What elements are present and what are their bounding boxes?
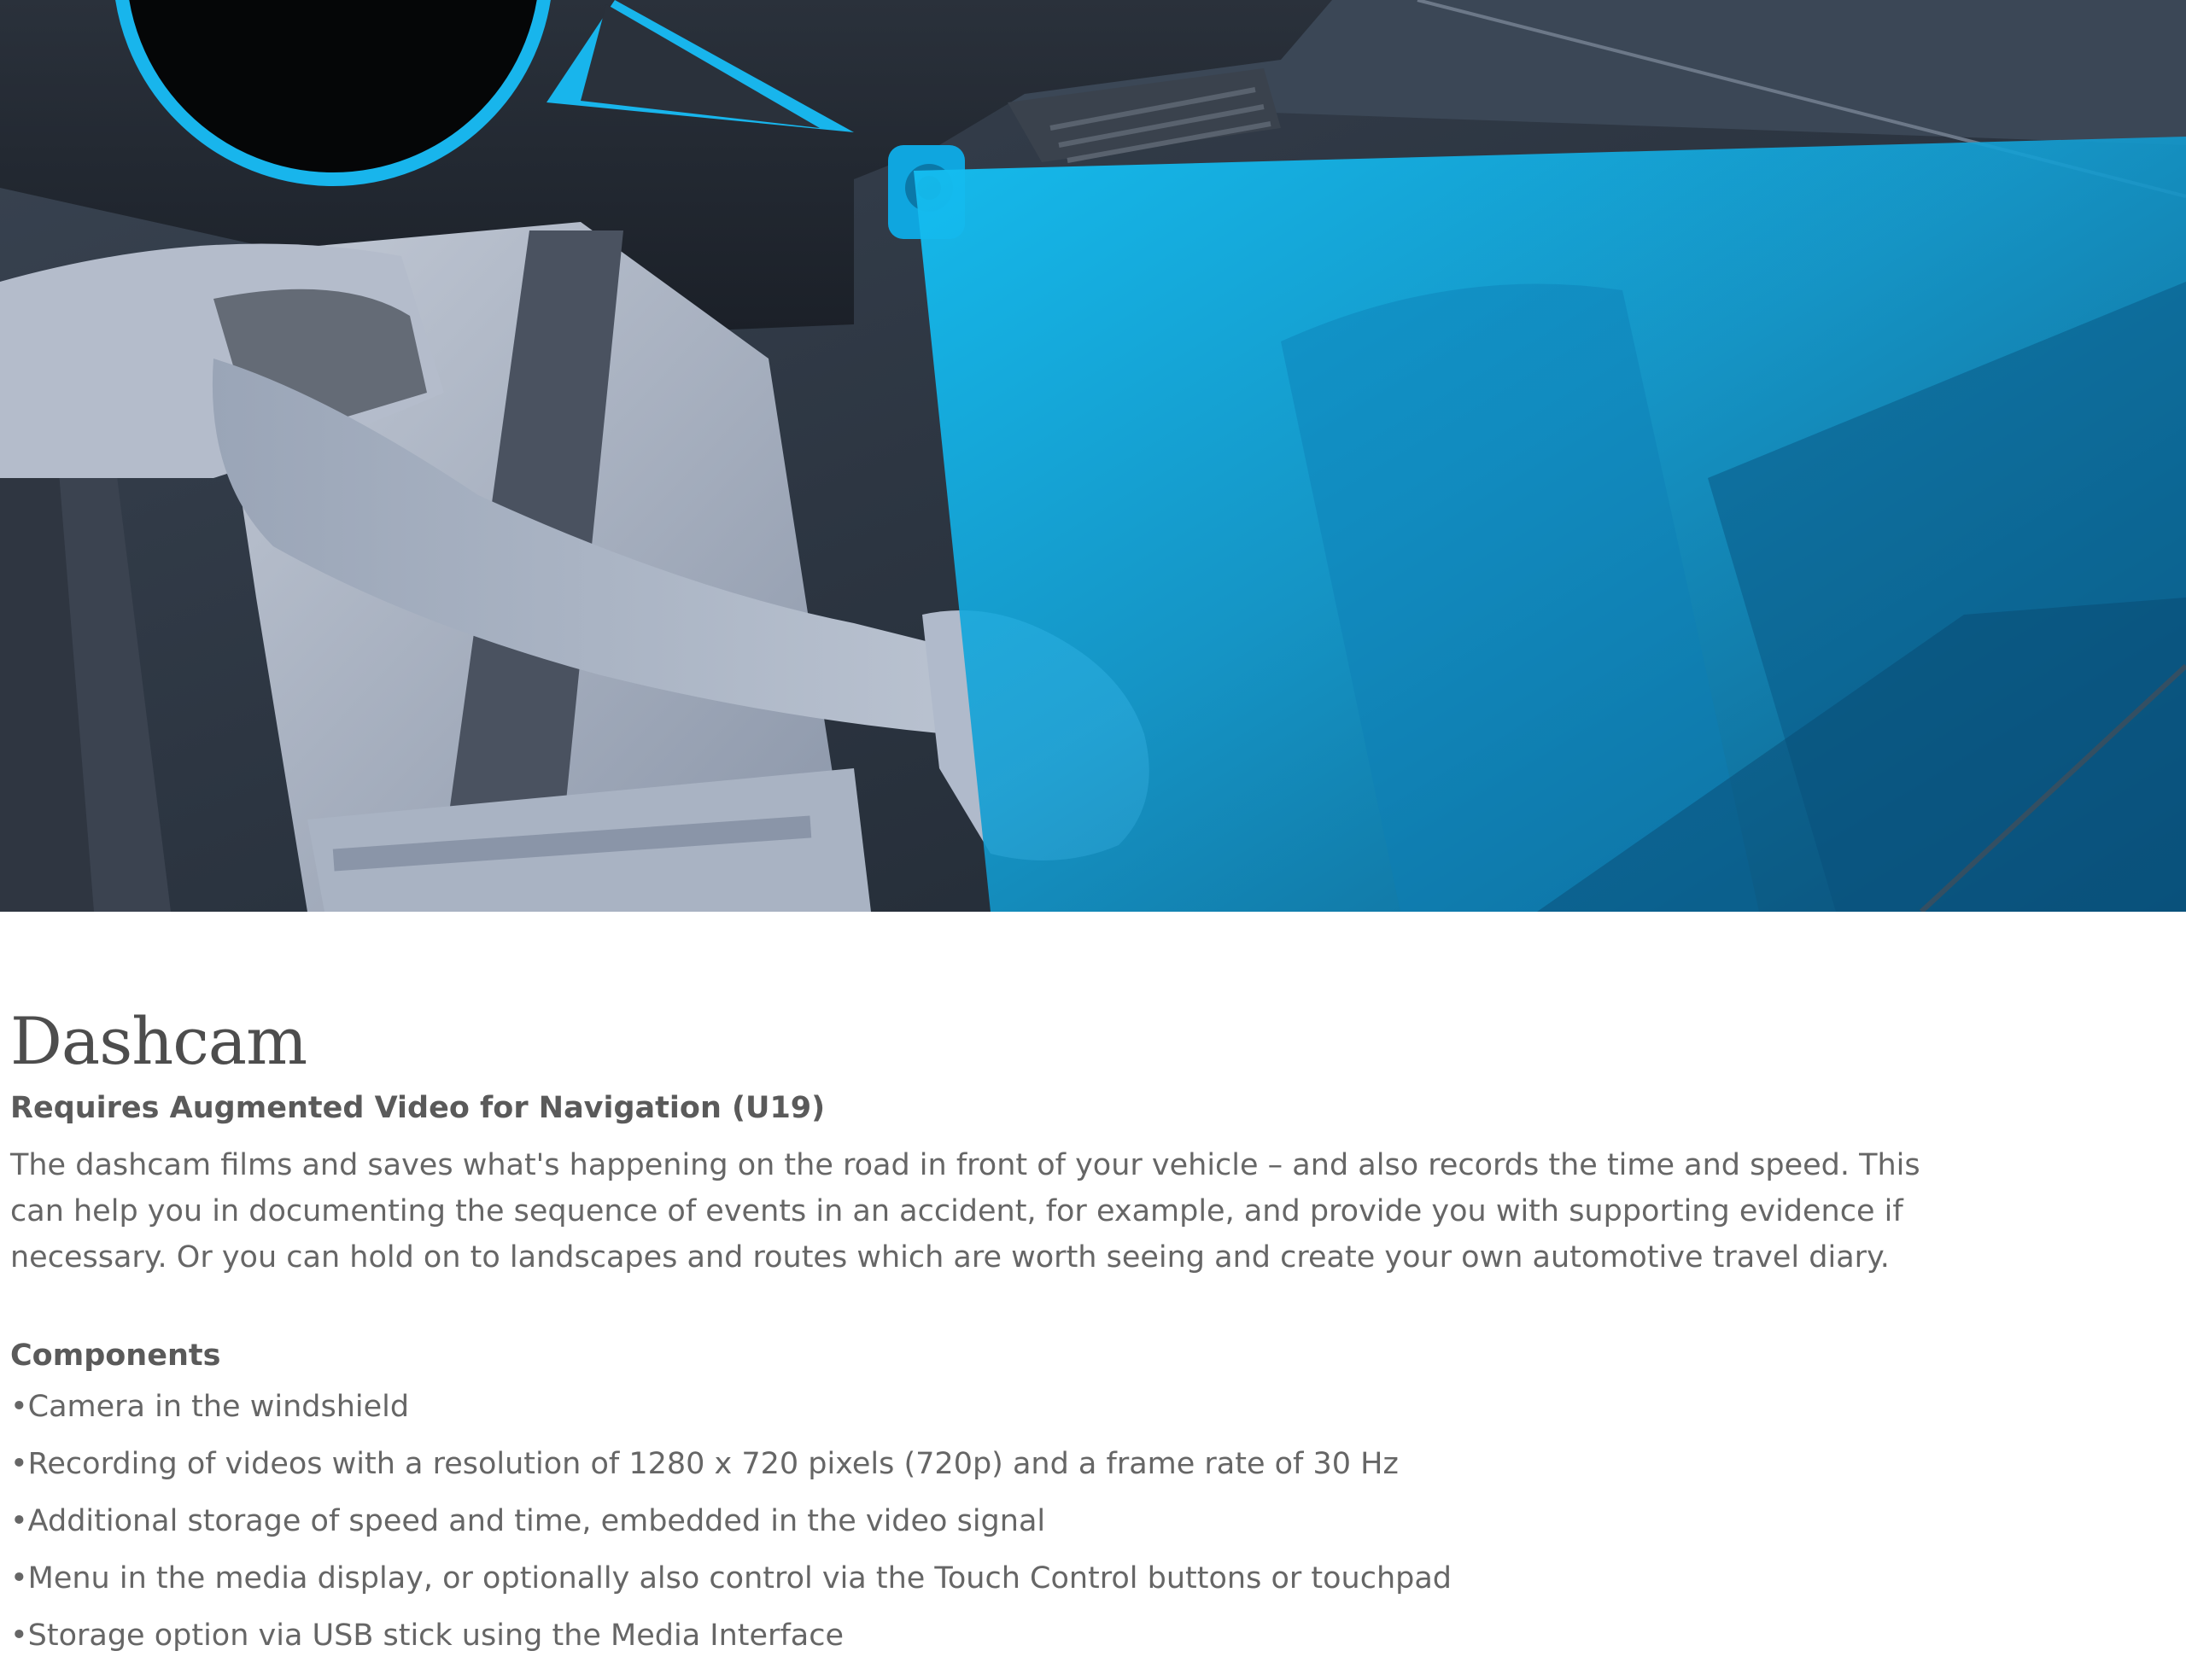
feature-description: The dashcam films and saves what's happe… (10, 1148, 1920, 1275)
feature-content: Dashcam Requires Augmented Video for Nav… (10, 999, 1974, 1672)
hero-image (0, 0, 2186, 912)
dashcam-illustration (0, 0, 2186, 912)
components-heading: Components (10, 1339, 221, 1373)
list-item: •Menu in the media display, or optionall… (10, 1561, 1452, 1595)
list-item: •Storage option via USB stick using the … (10, 1619, 844, 1653)
list-item: •Camera in the windshield (10, 1390, 410, 1424)
requirement-note: Requires Augmented Video for Navigation … (10, 1091, 826, 1125)
list-item: •Additional storage of speed and time, e… (10, 1504, 1046, 1538)
page-title: Dashcam (10, 1003, 307, 1079)
page: Dashcam Requires Augmented Video for Nav… (0, 0, 2186, 1680)
list-item: •Recording of videos with a resolution o… (10, 1447, 1399, 1481)
components-list: •Camera in the windshield •Recording of … (10, 1386, 1974, 1656)
